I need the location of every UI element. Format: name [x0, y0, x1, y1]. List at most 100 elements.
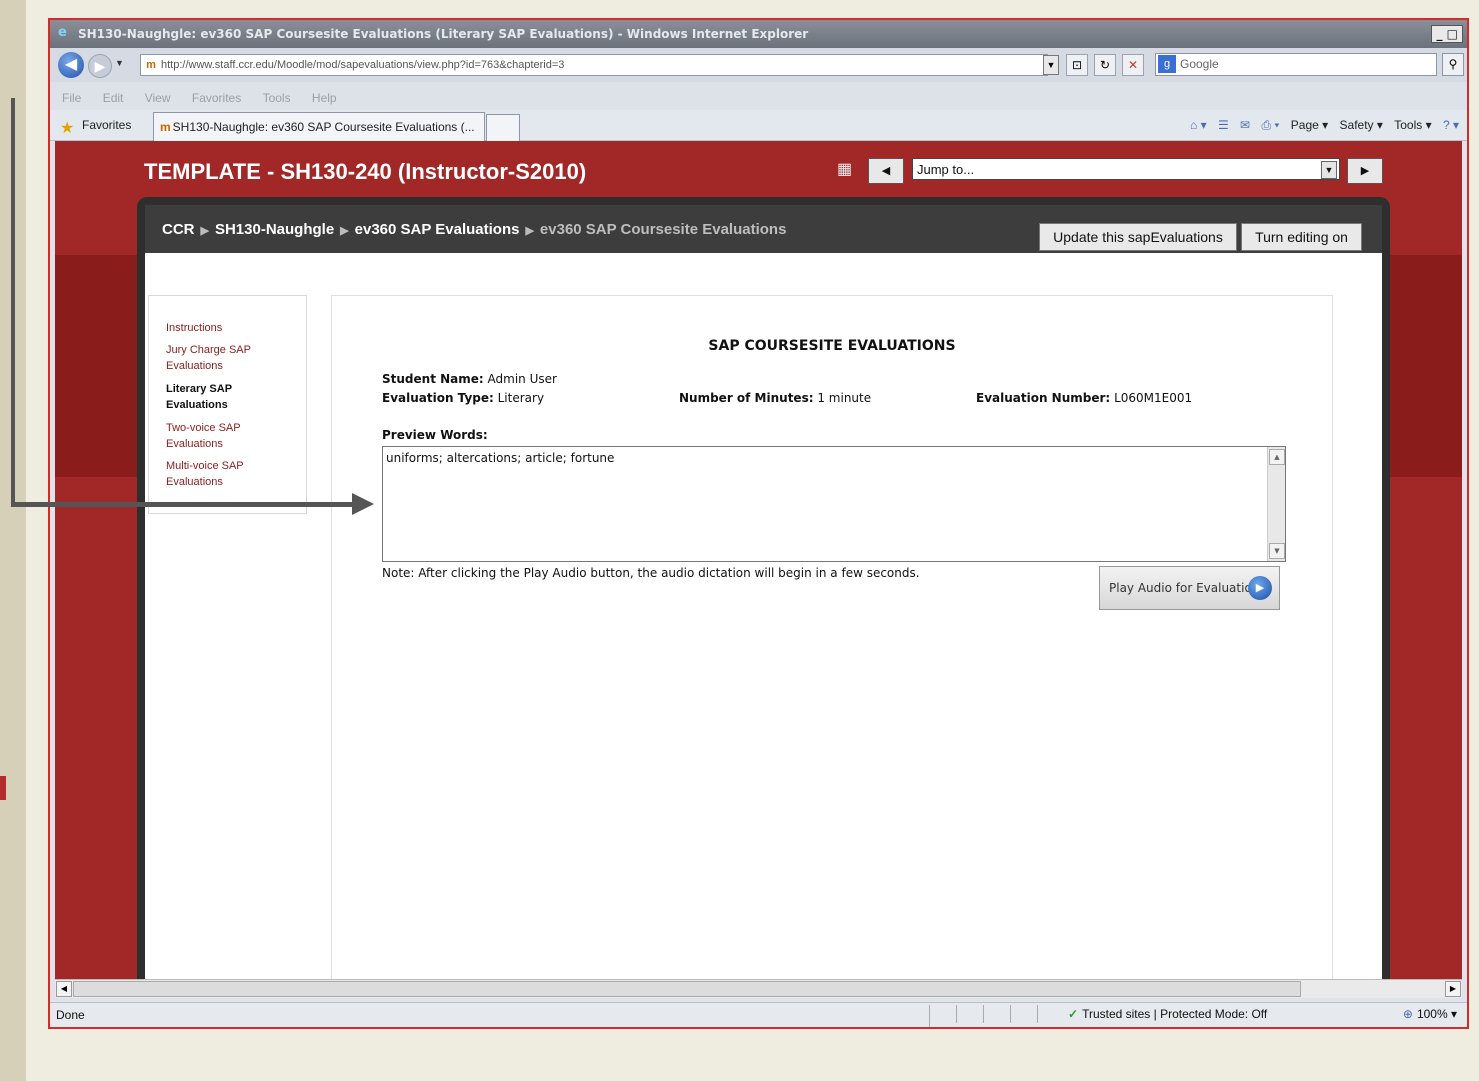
previous-activity-button[interactable]: ◀ — [868, 158, 904, 184]
jump-to-select[interactable]: Jump to... ▼ — [912, 158, 1340, 180]
forward-button[interactable]: ▶ — [88, 54, 112, 78]
minutes-field: Number of Minutes: 1 minute — [679, 391, 871, 405]
student-name-value: Admin User — [487, 372, 557, 386]
navigation-icon[interactable]: ▦ — [837, 161, 855, 179]
search-icon[interactable]: ⚲ — [1442, 53, 1464, 76]
sidebar-item-two-voice[interactable]: Two-voice SAP Evaluations — [166, 420, 286, 452]
site-favicon-icon: m — [146, 59, 156, 71]
security-zone[interactable]: ✓ Trusted sites | Protected Mode: Off — [1068, 1007, 1267, 1021]
zoom-control[interactable]: ⊕ 100% ▾ — [1403, 1007, 1457, 1021]
menu-file[interactable]: File — [62, 91, 81, 105]
scroll-thumb[interactable] — [73, 981, 1301, 997]
menu-bar: File Edit View Favorites Tools Help — [50, 82, 1467, 110]
turn-editing-on-button[interactable]: Turn editing on — [1241, 223, 1362, 251]
scroll-right-icon[interactable]: ▶ — [1445, 981, 1461, 997]
play-audio-note: Note: After clicking the Play Audio butt… — [382, 566, 920, 580]
browser-tab[interactable]: m SH130-Naughgle: ev360 SAP Coursesite Ev… — [153, 112, 485, 141]
preview-scrollbar[interactable]: ▲ ▼ — [1267, 447, 1285, 561]
address-bar[interactable]: m http://www.staff.ccr.edu/Moodle/mod/sap… — [140, 54, 1048, 76]
window-controls[interactable]: _ □ — [1431, 25, 1463, 43]
favorites-bar: ★ Favorites m SH130-Naughgle: ev360 SAP C… — [50, 110, 1467, 141]
scroll-down-icon[interactable]: ▼ — [1269, 543, 1285, 559]
window-titlebar: e SH130-Naughgle: ev360 SAP Coursesite E… — [50, 20, 1467, 48]
zoom-icon: ⊕ — [1402, 1007, 1413, 1021]
tools-menu[interactable]: Tools ▾ — [1394, 118, 1431, 132]
address-dropdown-icon[interactable]: ▼ — [1043, 55, 1059, 75]
play-audio-button[interactable]: Play Audio for Evaluation ▶ — [1099, 566, 1280, 610]
command-bar: ⌂ ▾ ☰ ✉ ⎙ ▾ Page ▾ Safety ▾ Tools ▾ ? ▾ — [1182, 118, 1459, 133]
stop-icon[interactable]: ✕ — [1122, 54, 1144, 76]
browser-window: e SH130-Naughgle: ev360 SAP Coursesite E… — [48, 18, 1469, 1029]
status-panels — [905, 1005, 1065, 1027]
next-activity-button[interactable]: ▶ — [1347, 158, 1383, 184]
chapter-sidebar: Instructions Jury Charge SAP Evaluations… — [148, 295, 307, 514]
breadcrumb-module[interactable]: ev360 SAP Evaluations — [355, 221, 520, 238]
evaluation-panel: SAP COURSESITE EVALUATIONS Student Name:… — [331, 295, 1333, 979]
history-dropdown-icon[interactable]: ▼ — [115, 58, 124, 68]
breadcrumb-current: ev360 SAP Coursesite Evaluations — [539, 221, 787, 238]
security-zone-text: Trusted sites | Protected Mode: Off — [1082, 1007, 1268, 1021]
play-icon: ▶ — [1248, 576, 1272, 600]
favorites-button[interactable]: Favorites — [82, 118, 131, 132]
feeds-icon[interactable]: ☰ — [1218, 118, 1229, 132]
refresh-icon[interactable]: ↻ — [1094, 54, 1116, 76]
tab-favicon-icon: m — [160, 120, 171, 134]
address-row: ◀ ▶ ▼ m http://www.staff.ccr.edu/Moodle/m… — [50, 48, 1467, 82]
breadcrumb: CCR ▶ SH130-Naughgle ▶ ev360 SAP Evaluations… — [162, 221, 786, 238]
update-button[interactable]: Update this sapEvaluations — [1039, 223, 1237, 251]
evaluation-heading: SAP COURSESITE EVALUATIONS — [708, 338, 956, 354]
sidebar-item-instructions[interactable]: Instructions — [166, 320, 286, 336]
menu-favorites[interactable]: Favorites — [192, 91, 241, 105]
sidebar-item-jury-charge[interactable]: Jury Charge SAP Evaluations — [166, 342, 286, 374]
evaluation-number-value: L060M1E001 — [1114, 391, 1193, 405]
student-name-field: Student Name: Admin User — [382, 372, 557, 386]
breadcrumb-course[interactable]: SH130-Naughgle — [215, 221, 334, 238]
play-audio-label: Play Audio for Evaluation — [1109, 581, 1260, 595]
sidebar-item-literary: Literary SAP Evaluations — [166, 383, 232, 411]
sidebar-item-multi-voice[interactable]: Multi-voice SAP Evaluations — [166, 458, 286, 490]
preview-words-label: Preview Words: — [382, 428, 488, 442]
slide-red-mark — [0, 776, 6, 800]
compatibility-icon[interactable]: ⊡ — [1066, 54, 1088, 76]
search-input[interactable]: g Google — [1155, 53, 1437, 76]
annotation-arrow-vertical — [11, 98, 15, 506]
menu-edit[interactable]: Edit — [103, 91, 124, 105]
breadcrumb-separator-icon: ▶ — [340, 225, 349, 237]
preview-words-text: uniforms; altercations; article; fortune — [386, 451, 615, 465]
zoom-level: 100% — [1416, 1007, 1448, 1021]
status-bar: Done ✓ Trusted sites | Protected Mode: Of… — [50, 1002, 1467, 1027]
address-url: http://www.staff.ccr.edu/Moodle/mod/sape… — [161, 59, 565, 71]
minutes-label: Number of Minutes: — [679, 391, 814, 405]
home-icon[interactable]: ⌂ ▾ — [1190, 118, 1207, 132]
search-placeholder: Google — [1180, 57, 1219, 71]
student-name-label: Student Name: — [382, 372, 484, 386]
evaluation-type-value: Literary — [497, 391, 545, 405]
evaluation-type-field: Evaluation Type: Literary — [382, 391, 544, 405]
favorites-star-icon[interactable]: ★ — [60, 118, 74, 138]
breadcrumb-ccr[interactable]: CCR — [162, 221, 195, 238]
mail-icon[interactable]: ✉ — [1240, 118, 1250, 132]
print-icon[interactable]: ⎙ ▾ — [1261, 118, 1279, 132]
breadcrumb-separator-icon: ▶ — [525, 225, 534, 237]
menu-tools[interactable]: Tools — [263, 91, 291, 105]
evaluation-number-field: Evaluation Number: L060M1E001 — [976, 391, 1192, 405]
evaluation-number-label: Evaluation Number: — [976, 391, 1111, 405]
ie-logo-icon: e — [58, 25, 67, 40]
jump-dropdown-icon[interactable]: ▼ — [1321, 161, 1337, 179]
scroll-up-icon[interactable]: ▲ — [1269, 449, 1285, 465]
menu-help[interactable]: Help — [312, 91, 337, 105]
page-content: TEMPLATE - SH130-240 (Instructor-S2010) … — [55, 141, 1462, 979]
course-title: TEMPLATE - SH130-240 (Instructor-S2010) — [144, 159, 587, 184]
horizontal-scrollbar[interactable]: ◀ ▶ — [55, 979, 1462, 998]
checkmark-icon: ✓ — [1068, 1007, 1079, 1021]
preview-words-textarea[interactable]: uniforms; altercations; article; fortune… — [382, 446, 1286, 562]
new-tab-button[interactable] — [486, 114, 520, 141]
help-icon[interactable]: ? ▾ — [1443, 118, 1459, 132]
google-icon: g — [1158, 55, 1176, 73]
tab-title: SH130-Naughgle: ev360 SAP Coursesite Eva… — [172, 120, 475, 134]
page-menu[interactable]: Page ▾ — [1291, 118, 1328, 132]
menu-view[interactable]: View — [145, 91, 171, 105]
scroll-left-icon[interactable]: ◀ — [56, 981, 72, 997]
safety-menu[interactable]: Safety ▾ — [1340, 118, 1383, 132]
back-button[interactable]: ◀ — [58, 52, 84, 78]
